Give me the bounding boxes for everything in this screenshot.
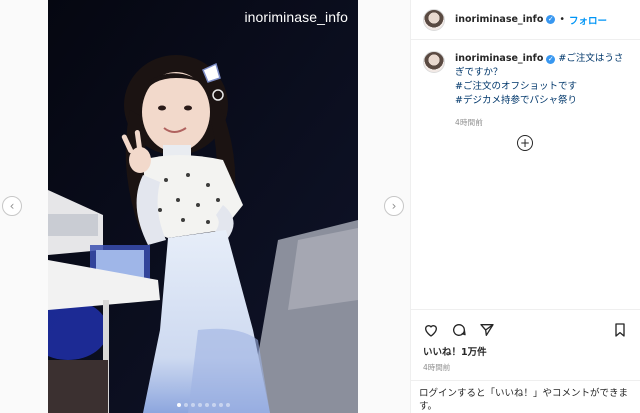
comment-button[interactable] — [451, 322, 467, 338]
caption-hashtag[interactable]: #デジカメ持参でパシャ祭り — [455, 95, 577, 106]
load-comments-button[interactable]: + — [517, 135, 533, 151]
post-header: inoriminase_info ✓ • フォロー — [411, 0, 640, 40]
post-caption: inoriminase_info ✓ #ご注文はうさぎですか？ #ご注文のオフショ… — [411, 40, 640, 130]
action-icons — [411, 310, 640, 342]
save-button[interactable] — [612, 322, 628, 338]
post-timestamp: 4時間前 — [423, 363, 451, 372]
caption-avatar[interactable] — [423, 51, 445, 73]
follow-button[interactable]: フォロー — [569, 13, 607, 27]
previous-post-button[interactable]: ‹ — [2, 196, 22, 216]
header-separator: • — [559, 14, 565, 25]
login-prompt[interactable]: ログインすると「いいね！」やコメントができます。 — [411, 380, 640, 413]
caption-body: inoriminase_info ✓ #ご注文はうさぎですか？ #ご注文のオフショ… — [455, 52, 625, 130]
chevron-right-icon: › — [391, 199, 397, 213]
like-button[interactable] — [423, 322, 439, 338]
carousel-dot — [190, 403, 195, 407]
carousel-dot — [225, 403, 230, 407]
caption-hashtag[interactable]: #ご注文のオフショットです — [455, 81, 577, 92]
plus-circle-icon: + — [519, 136, 531, 150]
carousel-dot — [183, 403, 188, 407]
verified-badge-icon: ✓ — [546, 55, 556, 64]
likes-count[interactable]: いいね！1万件 — [411, 342, 640, 358]
bookmark-icon — [615, 323, 625, 337]
next-image-button[interactable]: › — [384, 196, 404, 216]
avatar[interactable] — [423, 8, 445, 31]
paper-plane-icon — [480, 324, 494, 336]
caption-timestamp: 4時間前 — [455, 118, 484, 127]
carousel-dot — [211, 403, 216, 407]
share-button[interactable] — [479, 322, 495, 338]
post-side-panel: inoriminase_info ✓ • フォロー inoriminase_in… — [410, 0, 640, 413]
header-username[interactable]: inoriminase_info — [455, 14, 543, 25]
carousel-dot — [176, 403, 181, 407]
caption-username[interactable]: inoriminase_info — [455, 53, 543, 64]
carousel-dot — [197, 403, 202, 407]
post-photo-image — [48, 0, 358, 413]
carousel-dot — [204, 403, 209, 407]
post-actions: いいね！1万件 4時間前 ログインすると「いいね！」やコメントができます。 — [411, 309, 640, 413]
chevron-left-icon: ‹ — [9, 199, 15, 213]
carousel-indicator — [48, 403, 358, 407]
heart-icon — [424, 325, 438, 337]
post-photo[interactable]: inoriminase_info — [48, 0, 358, 413]
instagram-post-view: ‹ inoriminase_info › inoriminase_info ✓ … — [0, 0, 640, 413]
post-watermark: inoriminase_info — [244, 9, 348, 25]
verified-badge-icon: ✓ — [546, 15, 556, 24]
comment-bubble-icon — [453, 324, 466, 336]
carousel-dot — [218, 403, 223, 407]
